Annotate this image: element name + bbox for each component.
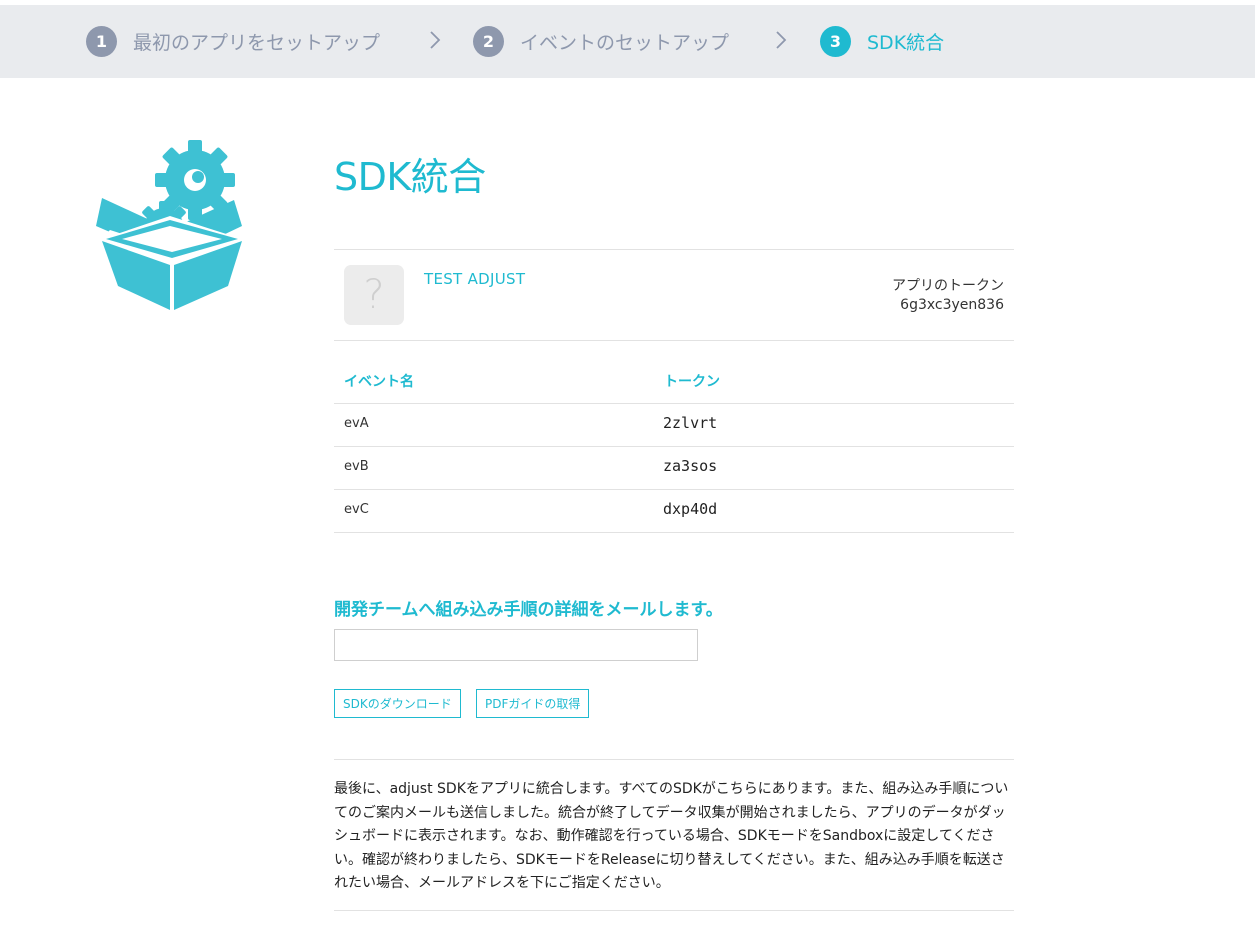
app-token-label: アプリのトークン (892, 278, 1004, 294)
event-name-cell: evA (344, 416, 369, 431)
event-name-cell: evB (344, 459, 369, 474)
integration-description: 最後に、adjust SDKをアプリに統合します。すべてのSDKがこちらにありま… (334, 781, 1009, 891)
step-2-label: イベントのセットアップ (520, 32, 730, 54)
step-3[interactable]: 3 SDK統合 (820, 5, 944, 78)
event-name-header: イベント名 (344, 374, 414, 390)
app-icon-placeholder: ? (344, 265, 404, 325)
divider (334, 249, 1014, 250)
get-pdf-guide-button[interactable]: PDFガイドの取得 (476, 689, 590, 718)
page-title: SDK統合 (334, 155, 486, 199)
event-token-cell: dxp40d (663, 500, 718, 518)
step-2-number: 2 (473, 26, 504, 57)
divider (334, 759, 1014, 760)
app-token-value: 6g3xc3yen836 (900, 297, 1004, 313)
step-2[interactable]: 2 イベントのセットアップ (473, 5, 729, 78)
chevron-right-icon (776, 31, 787, 49)
divider (334, 340, 1014, 341)
event-token-header: トークン (664, 374, 720, 390)
app-name: TEST ADJUST (424, 270, 526, 288)
table-row: evB za3sos (334, 446, 1014, 490)
email-field[interactable] (334, 629, 698, 661)
table-row: evA 2zlvrt (334, 403, 1014, 447)
email-instructions-heading: 開発チームへ組み込み手順の詳細をメールします。 (334, 600, 723, 620)
step-1[interactable]: 1 最初のアプリをセットアップ (86, 5, 380, 78)
event-name-cell: evC (344, 502, 369, 517)
event-token-cell: za3sos (663, 457, 718, 475)
question-mark-icon: ? (363, 272, 385, 318)
setup-steps-bar: 1 最初のアプリをセットアップ 2 イベントのセットアップ 3 SDK統合 (0, 5, 1255, 78)
table-row: evC dxp40d (334, 489, 1014, 533)
step-3-number: 3 (820, 26, 851, 57)
step-1-label: 最初のアプリをセットアップ (133, 32, 381, 54)
event-token-cell: 2zlvrt (663, 414, 718, 432)
chevron-right-icon (430, 31, 441, 49)
step-3-label: SDK統合 (867, 32, 945, 54)
download-sdk-button[interactable]: SDKのダウンロード (334, 689, 461, 718)
step-1-number: 1 (86, 26, 117, 57)
box-with-gears-icon (96, 140, 242, 310)
divider (334, 910, 1014, 911)
